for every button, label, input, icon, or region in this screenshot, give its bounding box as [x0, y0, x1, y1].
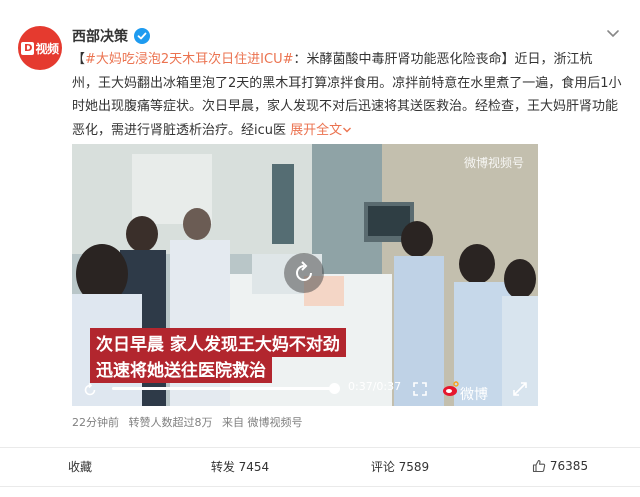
action-bar: 收藏 转发 7454 评论 7589 76385 — [0, 448, 640, 484]
video-watermark-bottom: 微博 — [460, 387, 488, 403]
avatar-logo-text: 视频 — [35, 41, 59, 56]
thumbs-up-icon — [532, 459, 546, 473]
post-time[interactable]: 22分钟前 — [72, 416, 119, 429]
topic-hashtag-link[interactable]: #大妈吃浸泡2天木耳次日住进ICU# — [85, 52, 293, 67]
favorite-label: 收藏 — [67, 459, 92, 474]
post-meta: 22分钟前 转赞人数超过8万 来自 微博视频号 — [72, 414, 309, 430]
expand-label: 展开全文 — [290, 122, 343, 138]
video-progress-bar[interactable] — [112, 383, 340, 394]
fullscreen-icon[interactable] — [412, 381, 428, 397]
avatar-logo-letter: D — [21, 41, 35, 55]
author-name[interactable]: 西部决策 — [72, 26, 128, 46]
favorite-button[interactable]: 收藏 — [0, 458, 160, 475]
video-progress-handle[interactable] — [329, 383, 340, 394]
replay-icon — [296, 261, 312, 281]
post-open-bracket: 【 — [72, 52, 86, 67]
repost-label: 转发 7454 — [210, 459, 270, 474]
post-body-line1: 近日，浙江杭 — [514, 52, 593, 67]
post-text: 【#大妈吃浸泡2天木耳次日住进ICU#：米酵菌酸中毒肝肾功能恶化险丧命】近日，浙… — [72, 48, 628, 142]
video-watermark-top: 微博视频号 — [464, 156, 525, 170]
video-progress-fill — [112, 387, 334, 390]
expand-full-text-link[interactable]: 展开全文 — [290, 123, 352, 138]
video-subtitle-line1: 次日早晨 家人发现王大妈不对劲 — [90, 328, 346, 357]
like-count: 76385 — [549, 459, 589, 473]
repost-button[interactable]: 转发 7454 — [160, 458, 320, 475]
expand-arrow-icon[interactable] — [512, 381, 528, 397]
replay-button[interactable] — [284, 253, 324, 293]
weibo-post-card: D 视频 西部决策 【#大妈吃浸泡2天木耳次日住进ICU#：米酵菌酸中毒肝肾功能恶… — [0, 0, 640, 497]
post-source[interactable]: 来自 微博视频号 — [222, 416, 303, 429]
video-controls: 0:37/0:37 微博 — [72, 376, 538, 406]
more-options-chevron-icon[interactable] — [604, 24, 622, 42]
post-body-line4: 恶化，需进行肾脏透析治疗。经icu医 — [72, 122, 286, 138]
author-row: 西部决策 — [72, 26, 150, 46]
control-replay-icon[interactable] — [82, 382, 98, 398]
video-time: 0:37/0:37 — [348, 380, 402, 393]
post-body-line3: 时她出现腹痛等症状。次日早晨，家人发现不对后迅速将其送医救治。经检查，王大妈肝肾… — [72, 99, 619, 114]
verified-badge-icon — [134, 28, 150, 44]
weibo-logo-icon — [443, 381, 459, 396]
post-headline: ：米酵菌酸中毒肝肾功能恶化险丧命】 — [293, 52, 515, 67]
bottom-divider — [0, 486, 640, 487]
avatar-logo: D 视频 — [21, 40, 59, 57]
post-body-line2: 州，王大妈翻出冰箱里泡了2天的黑木耳打算凉拌食用。凉拌前特意在水里煮了一遍，食用… — [72, 75, 622, 91]
author-avatar[interactable]: D 视频 — [18, 26, 62, 70]
comment-label: 评论 7589 — [370, 459, 430, 474]
expand-chevron-icon — [343, 127, 352, 132]
like-button[interactable]: 76385 — [480, 459, 640, 473]
post-repost-info: 转赞人数超过8万 — [128, 416, 213, 429]
comment-button[interactable]: 评论 7589 — [320, 458, 480, 475]
